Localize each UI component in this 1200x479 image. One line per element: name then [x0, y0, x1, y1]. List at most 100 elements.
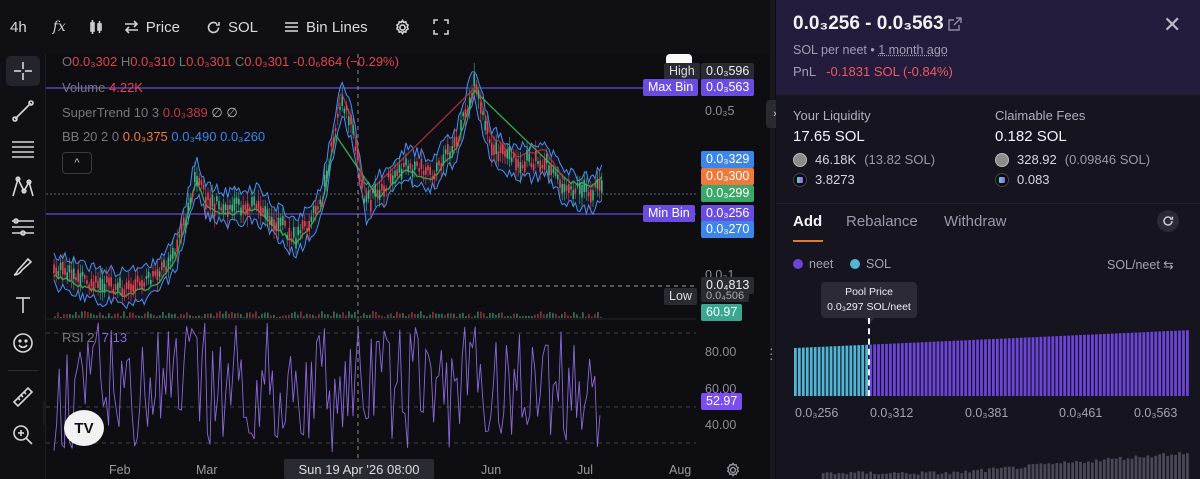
panel-splitter[interactable]	[770, 0, 775, 479]
candle	[565, 185, 568, 191]
distribution-bar	[896, 472, 900, 479]
candle-type-button[interactable]	[88, 19, 104, 35]
text-tool[interactable]	[6, 290, 40, 320]
rsi-legend[interactable]: RSI 2 7.13	[62, 330, 127, 345]
position-age[interactable]: 1 month ago	[878, 43, 948, 57]
candle	[84, 275, 86, 279]
volume-bar	[192, 316, 194, 318]
candle	[537, 160, 539, 165]
bollinger-legend[interactable]: BB 20 2 0 0.0₃375 0.0₃490 0.0₃260	[62, 129, 265, 144]
zoom-tool[interactable]	[6, 420, 40, 450]
volume-bar	[498, 313, 500, 318]
candle	[112, 289, 115, 294]
tab-rebalance[interactable]: Rebalance	[846, 213, 918, 230]
close-icon[interactable]: ✕	[1163, 12, 1181, 38]
bb-lower-price-tag: 0.0₃270	[701, 221, 755, 238]
sol-toggle[interactable]: SOL	[206, 19, 258, 36]
volume-bar	[108, 313, 110, 318]
volume-bar	[324, 314, 326, 318]
liquidity-bins-chart[interactable]	[794, 330, 1190, 396]
volume-bar	[234, 313, 236, 318]
liquidity-bin	[845, 345, 849, 396]
distribution-bar	[1027, 464, 1031, 479]
volume-bar	[264, 312, 266, 318]
volume-bar	[156, 316, 158, 318]
volume-bar	[540, 311, 542, 318]
max-bin-label-tag: Max Bin	[643, 79, 699, 96]
fib-tool[interactable]	[6, 134, 40, 164]
liquidity-bin	[1130, 332, 1134, 396]
candle	[145, 276, 148, 280]
tradingview-logo[interactable]: TV	[64, 410, 104, 446]
liquidity-bin	[1015, 337, 1019, 396]
candle	[319, 199, 321, 205]
trendline-tool[interactable]	[6, 96, 40, 126]
volume-bar	[312, 314, 314, 318]
interval-select[interactable]: 4h	[10, 19, 27, 36]
candle	[81, 271, 84, 277]
liquidity-bin	[920, 342, 924, 396]
close-value: 0.0₃301	[244, 54, 290, 69]
distribution-bar	[825, 472, 829, 479]
axis-settings-icon[interactable]	[725, 462, 741, 478]
settings-button[interactable]	[394, 18, 411, 36]
external-link-icon[interactable]	[948, 17, 962, 31]
tab-withdraw[interactable]: Withdraw	[944, 213, 1007, 230]
liquidity-bin	[817, 346, 821, 396]
candle	[559, 179, 561, 189]
candle	[339, 106, 341, 110]
candle	[169, 254, 172, 262]
candle	[73, 268, 75, 280]
bin-tick: 0.0₃563	[1134, 406, 1178, 420]
candle	[130, 283, 132, 293]
legend-collapse-button[interactable]: ^	[62, 152, 92, 174]
liquidity-bin	[1098, 334, 1102, 396]
emoji-tool[interactable]	[6, 328, 40, 358]
liquidity-bin	[794, 348, 797, 396]
ruler-tool[interactable]	[6, 382, 40, 412]
pattern-tool[interactable]	[6, 172, 40, 202]
bin-lines-toggle[interactable]: Bin Lines	[284, 19, 368, 36]
volume-bar	[249, 312, 251, 318]
fullscreen-button[interactable]	[432, 19, 449, 35]
distribution-bar	[1178, 452, 1181, 479]
candle	[161, 262, 163, 271]
pair-toggle[interactable]: SOL/neet ⇆	[1107, 257, 1174, 272]
candle	[110, 277, 112, 287]
indicators-button[interactable]: fx	[53, 19, 66, 35]
candle	[262, 207, 264, 214]
liquidity-bin	[944, 341, 948, 396]
price-chart[interactable]: O0.0₃302 H0.0₃310 L0.0₃301 C0.0₃301 -0.0…	[46, 54, 770, 479]
projection-tool[interactable]	[6, 212, 40, 242]
liquidity-bin	[924, 342, 928, 396]
volume-legend[interactable]: Volume 4.22K	[62, 80, 143, 95]
candle	[370, 199, 372, 212]
supertrend-up-line	[53, 88, 603, 298]
liquidity-bin	[877, 344, 880, 396]
brush-tool[interactable]	[6, 252, 40, 282]
supertrend-legend[interactable]: SuperTrend 10 3 0.0₃389 ∅ ∅	[62, 105, 238, 121]
candle	[275, 222, 277, 232]
price-toggle[interactable]: Price	[124, 19, 180, 36]
candle	[570, 186, 572, 190]
distribution-bar	[861, 471, 865, 479]
volume-bar	[582, 312, 584, 318]
candle	[374, 184, 376, 197]
time-tick: Jun	[481, 463, 502, 477]
volume-bar	[570, 316, 572, 318]
distribution-bar	[1134, 455, 1138, 479]
tab-add[interactable]: Add	[793, 213, 822, 230]
text-icon	[16, 297, 30, 313]
drag-handle-icon[interactable]: · · ·	[769, 341, 774, 365]
distribution-bar	[837, 473, 841, 479]
refresh-button[interactable]	[1157, 210, 1179, 232]
candle	[97, 280, 99, 289]
candle	[70, 269, 73, 281]
fees-total: 0.182 SOL	[995, 128, 1067, 145]
crosshair-tool[interactable]	[6, 56, 40, 86]
liquidity-bin	[948, 340, 952, 396]
volume-bar	[174, 313, 176, 318]
high-price-tag: 0.0₃596	[701, 63, 755, 80]
distribution-bar	[1083, 463, 1086, 479]
liquidity-bin	[1110, 333, 1114, 396]
